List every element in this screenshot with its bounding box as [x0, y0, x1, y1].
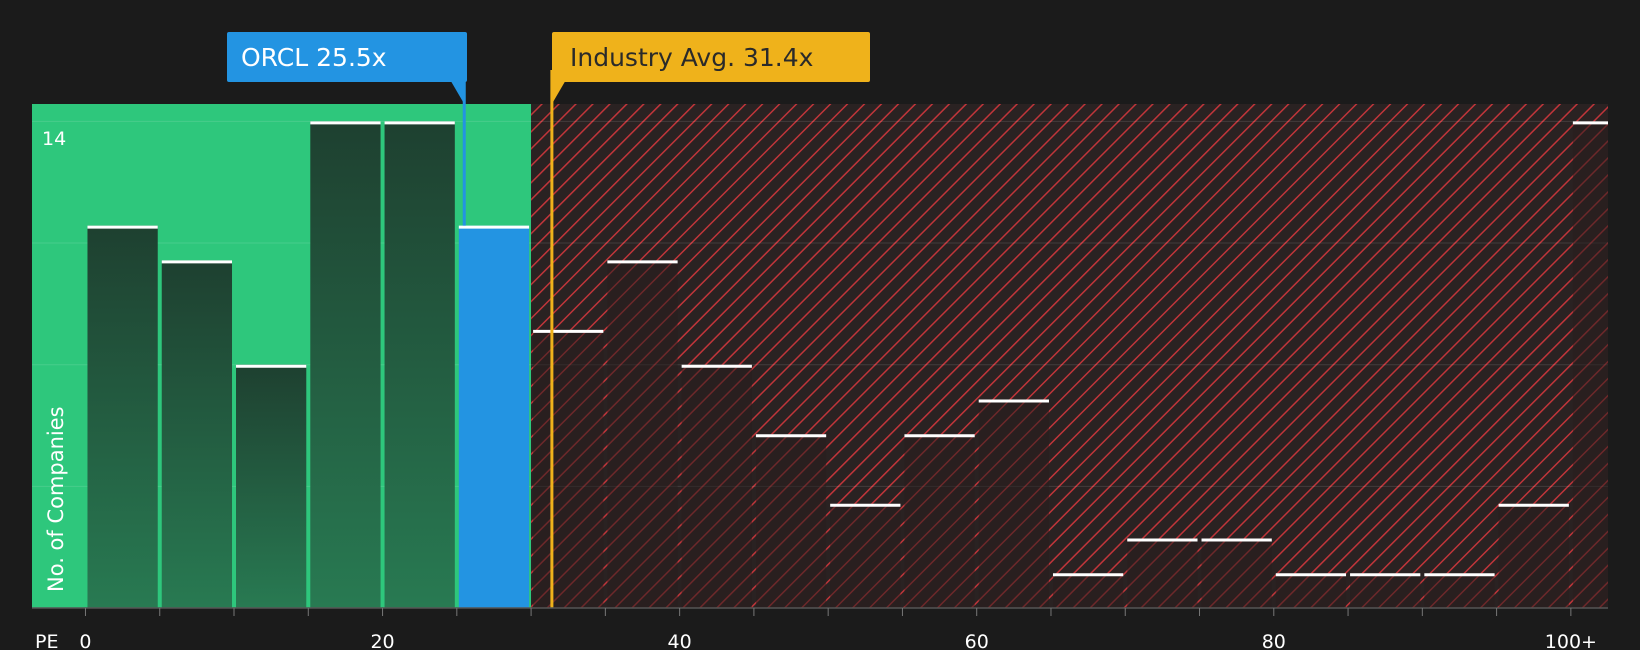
pe-distribution-chart: 0 20 40 60 80 100+ 14 No. of Companies PE: [32, 70, 1608, 650]
x-tick-label: 60: [965, 631, 989, 650]
histogram-bar: [384, 121, 455, 608]
industry-avg-label: Industry Avg. 31.4x: [570, 42, 814, 72]
y-axis-label: No. of Companies: [44, 406, 68, 592]
company-pe-label: ORCL 25.5x: [241, 42, 387, 72]
histogram-bar: [236, 364, 307, 608]
histogram-bar: [830, 503, 901, 608]
x-axis-label: PE: [35, 631, 58, 650]
histogram-bar: [533, 329, 604, 608]
x-tick-label: 40: [668, 631, 692, 650]
histogram-bar: [1201, 538, 1272, 608]
industry-avg-callout: Industry Avg. 31.4x: [552, 32, 870, 82]
histogram-bar: [1127, 538, 1198, 608]
company-callout-pointer: [450, 80, 465, 104]
histogram-bar: [1498, 503, 1569, 608]
histogram-bar: [607, 260, 678, 608]
x-tick-label: 80: [1262, 631, 1286, 650]
histogram-bar: [310, 121, 381, 608]
histogram-bar: [978, 399, 1049, 608]
x-tick-label: 0: [79, 631, 91, 650]
histogram-bar: [1350, 573, 1421, 608]
histogram-bar: [1275, 573, 1347, 608]
x-tick-label: 100+: [1545, 631, 1597, 650]
histogram-bar: [87, 225, 158, 608]
histogram-bar: [458, 225, 530, 608]
histogram-bar: [755, 434, 827, 608]
histogram-bar: [904, 434, 975, 608]
y-tick-label: 14: [42, 128, 66, 150]
industry-callout-pointer: [551, 80, 566, 104]
histogram-bar: [1052, 573, 1124, 608]
histogram-bar: [161, 260, 233, 608]
x-tick-label: 20: [370, 631, 394, 650]
histogram-bar: [1424, 573, 1495, 608]
histogram-bar: [681, 364, 752, 608]
company-pe-callout: ORCL 25.5x: [227, 32, 467, 82]
histogram-bar: [1572, 121, 1608, 608]
